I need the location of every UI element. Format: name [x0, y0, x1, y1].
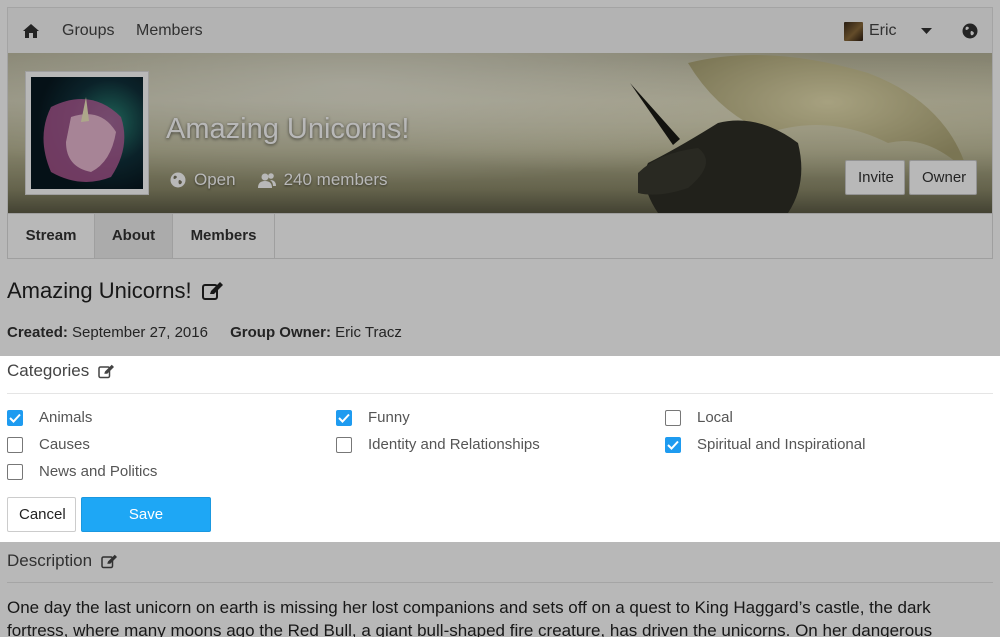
- tab-about[interactable]: About: [95, 214, 173, 258]
- edit-icon[interactable]: [101, 554, 118, 569]
- owner-label: Group Owner:: [230, 324, 331, 341]
- category-funny[interactable]: Funny: [336, 409, 410, 426]
- home-icon[interactable]: [22, 8, 40, 54]
- checkbox[interactable]: [665, 436, 681, 453]
- category-label: Animals: [39, 409, 93, 426]
- group-banner: Amazing Unicorns! Open 240 members Invit…: [7, 53, 993, 213]
- privacy-label: Open: [194, 170, 236, 189]
- edit-icon[interactable]: [201, 281, 224, 301]
- nav-members-link[interactable]: Members: [136, 8, 203, 54]
- group-info: Created: September 27, 2016 Group Owner:…: [7, 324, 402, 341]
- group-name-banner: Amazing Unicorns!: [166, 113, 410, 145]
- group-meta: Open 240 members: [170, 170, 388, 190]
- globe-icon: [170, 172, 186, 188]
- category-identity-relationships[interactable]: Identity and Relationships: [336, 436, 540, 453]
- checkbox[interactable]: [7, 409, 23, 426]
- tab-stream[interactable]: Stream: [8, 214, 95, 258]
- member-count: 240 members: [283, 170, 388, 189]
- top-navbar: Groups Members Eric: [7, 7, 993, 53]
- group-avatar: [25, 71, 149, 195]
- divider: [7, 393, 993, 394]
- group-name: Amazing Unicorns!: [7, 278, 192, 303]
- category-label: Causes: [39, 436, 90, 453]
- page-title: Amazing Unicorns!: [7, 278, 224, 304]
- user-avatar: [844, 21, 863, 41]
- category-label: News and Politics: [39, 463, 158, 480]
- user-name: Eric: [869, 22, 897, 39]
- categories-heading: Categories: [7, 361, 115, 381]
- category-animals[interactable]: Animals: [7, 409, 92, 426]
- edit-icon[interactable]: [98, 364, 115, 379]
- description-title: Description: [7, 551, 93, 570]
- checkbox[interactable]: [336, 436, 352, 453]
- category-label: Funny: [368, 409, 410, 426]
- group-tabs: Stream About Members: [7, 213, 993, 259]
- category-spiritual-inspirational[interactable]: Spiritual and Inspirational: [665, 436, 865, 453]
- category-causes[interactable]: Causes: [7, 436, 90, 453]
- users-icon: [257, 173, 276, 188]
- globe-icon[interactable]: [962, 8, 978, 54]
- description-heading: Description: [7, 551, 118, 571]
- cancel-button[interactable]: Cancel: [7, 497, 76, 532]
- user-menu[interactable]: Eric: [844, 8, 897, 54]
- checkbox[interactable]: [665, 409, 681, 426]
- category-label: Spiritual and Inspirational: [697, 436, 866, 453]
- chevron-down-icon[interactable]: [921, 8, 932, 54]
- checkbox[interactable]: [7, 463, 23, 480]
- invite-button[interactable]: Invite: [845, 160, 905, 195]
- nav-groups-link[interactable]: Groups: [62, 8, 114, 54]
- tab-members[interactable]: Members: [173, 214, 275, 258]
- created-label: Created:: [7, 324, 68, 341]
- save-categories-button[interactable]: Save categories: [81, 497, 211, 556]
- category-news-politics[interactable]: News and Politics: [7, 463, 157, 480]
- category-label: Local: [697, 409, 733, 426]
- category-local[interactable]: Local: [665, 409, 733, 426]
- checkbox[interactable]: [7, 436, 23, 453]
- owner-button[interactable]: Owner: [909, 160, 977, 195]
- owner-name: Eric Tracz: [335, 324, 402, 341]
- categories-title: Categories: [7, 361, 90, 380]
- description-text: One day the last unicorn on earth is mis…: [7, 598, 933, 637]
- created-date: September 27, 2016: [72, 324, 208, 341]
- divider: [7, 582, 993, 583]
- category-label: Identity and Relationships: [368, 436, 540, 453]
- checkbox[interactable]: [336, 409, 352, 426]
